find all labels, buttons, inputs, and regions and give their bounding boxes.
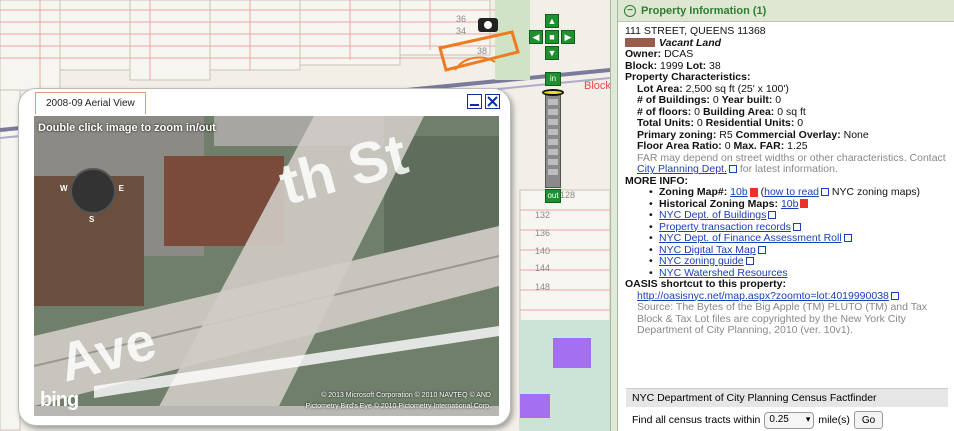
aerial-copyright: © 2013 Microsoft Corporation © 2010 NAVT…: [305, 392, 491, 410]
external-link-icon: [843, 234, 852, 243]
close-button[interactable]: [485, 94, 500, 109]
owner-value: DCAS: [664, 48, 694, 60]
map-view[interactable]: 36 34 38 128 132 136 140 144 148 Block ▲…: [0, 0, 610, 431]
lot-number: 148: [535, 282, 551, 292]
property-info-title: Property Information (1): [641, 4, 767, 17]
zoom-in-button[interactable]: in: [545, 72, 561, 86]
aerial-view-window: 2008-09 Aerial View Double click image t…: [18, 88, 511, 426]
finance-assessment-link[interactable]: NYC Dept. of Finance Assessment Roll: [659, 232, 842, 244]
how-to-read-link[interactable]: how to read: [764, 186, 819, 198]
compass-east: E: [118, 184, 124, 193]
pan-down-button[interactable]: ▼: [545, 46, 559, 60]
lot-number: 140: [535, 246, 551, 256]
zoom-slider-thumb[interactable]: [542, 89, 564, 96]
lot-value: 38: [709, 59, 721, 72]
lot-number: 144: [535, 263, 551, 273]
external-link-icon: [745, 257, 754, 266]
census-radius-select[interactable]: 0.25: [764, 411, 815, 429]
aerial-view-title: 2008-09 Aerial View: [35, 92, 146, 114]
collapse-icon[interactable]: −: [624, 4, 636, 17]
digital-tax-map-link[interactable]: NYC Digital Tax Map: [659, 244, 756, 256]
property-info-header[interactable]: − Property Information (1): [618, 0, 954, 22]
pan-up-button[interactable]: ▲: [545, 14, 559, 28]
aerial-image[interactable]: Double click image to zoom in/out W E S …: [34, 116, 499, 416]
external-link-icon: [728, 165, 737, 174]
pan-left-button[interactable]: ◀: [529, 30, 543, 44]
external-link-icon: [757, 245, 766, 254]
zoning-guide-link[interactable]: NYC zoning guide: [659, 255, 744, 267]
zoom-out-button[interactable]: out: [545, 189, 561, 203]
map-highlight-parcel: [520, 394, 550, 418]
census-go-button[interactable]: Go: [853, 411, 884, 429]
pan-right-button[interactable]: ▶: [561, 30, 575, 44]
census-header: NYC Department of City Planning Census F…: [626, 389, 948, 407]
external-link-icon: [792, 222, 801, 231]
lot-number: 136: [535, 228, 551, 238]
source-note: Source: The Bytes of the Big Apple (TM) …: [637, 301, 928, 336]
compass-west: W: [60, 184, 68, 193]
lot-area-value: 2,500 sq ft (25' x 100'): [685, 82, 789, 95]
lot-number: 36: [456, 14, 467, 24]
shortcut-url-link[interactable]: http://oasisnyc.net/map.aspx?zoomto=lot:…: [637, 290, 889, 302]
panel-splitter[interactable]: [610, 0, 618, 431]
close-icon: [487, 96, 498, 107]
lot-number: 34: [456, 26, 467, 36]
compass-south: S: [89, 215, 95, 224]
external-link-icon: [768, 211, 777, 220]
bing-logo: bing: [40, 389, 79, 411]
lot-number: 132: [535, 210, 551, 220]
property-transactions-link[interactable]: Property transaction records: [659, 221, 791, 233]
watershed-resources-link[interactable]: NYC Watershed Resources: [659, 267, 788, 279]
property-info-panel: − Property Information (1) 111 STREET, Q…: [618, 0, 954, 431]
lot-number: 38: [477, 46, 488, 56]
pdf-icon: [800, 199, 809, 209]
minimize-button[interactable]: [467, 94, 482, 109]
external-link-icon: [821, 188, 829, 197]
lot-number: 128: [560, 190, 576, 200]
zoning-map-link[interactable]: 10b: [730, 186, 748, 198]
block-value: 1999: [660, 59, 684, 72]
land-use-swatch: [625, 38, 655, 48]
camera-icon[interactable]: [478, 18, 498, 32]
pdf-icon: [749, 187, 758, 197]
street-label: Block: [584, 80, 610, 92]
historical-zoning-link[interactable]: 10b: [781, 198, 799, 210]
city-planning-link[interactable]: City Planning Dept.: [637, 163, 727, 175]
map-highlight-parcel: [553, 338, 591, 368]
aerial-hint: Double click image to zoom in/out: [38, 122, 216, 134]
external-link-icon: [890, 291, 899, 300]
compass-control[interactable]: W E S: [60, 168, 124, 224]
census-factfinder: NYC Department of City Planning Census F…: [626, 388, 948, 431]
far-note: FAR may depend on street widths or other…: [637, 151, 946, 175]
center-button[interactable]: ■: [545, 30, 559, 44]
dept-buildings-link[interactable]: NYC Dept. of Buildings: [659, 209, 766, 221]
zoom-slider[interactable]: [542, 89, 564, 188]
